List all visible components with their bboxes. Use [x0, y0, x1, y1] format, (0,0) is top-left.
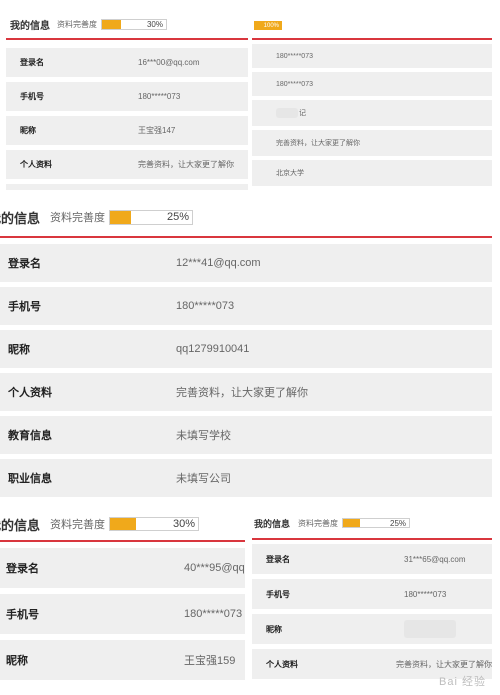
panel-bottom-right: 我的信息 资料完善度 25% 登录名 31***65@qq.com 手机号 18… — [252, 508, 492, 695]
row-label-career: 职业信息 — [8, 473, 52, 485]
row-label-profile: 个人资料 — [266, 659, 298, 669]
info-row-phone: 手机号 180*****073 — [0, 287, 492, 327]
panel-header: 100% — [252, 10, 492, 40]
row-label-nickname: 昵称 — [20, 126, 36, 135]
page-title: 我的信息 — [0, 517, 40, 533]
info-row-login: 登录名 12***41@qq.com — [0, 244, 492, 284]
watermark-logo: Bai 经验 — [439, 676, 486, 688]
page-title: 我的信息 — [10, 20, 50, 32]
page-title: 我的信息 — [0, 210, 40, 226]
panel-header: 我的信息 资料完善度 30% — [0, 508, 245, 542]
completeness-percent: 30% — [146, 19, 163, 29]
completeness-progress-fill — [102, 19, 122, 29]
row-label-profile: 个人资料 — [8, 387, 52, 399]
row-label-phone: 手机号 — [8, 301, 41, 313]
row-label-login: 登录名 — [266, 554, 290, 564]
row-value-phone: 180*****073 — [176, 300, 235, 312]
completeness-progress-bar: 25% — [342, 518, 411, 528]
blurred-nickname — [404, 620, 456, 638]
row-value-profile-link[interactable]: 完善资料，让大家更了解你 — [396, 659, 492, 670]
panel-header: 我的信息 资料完善度 25% — [0, 198, 492, 238]
row-label-nickname: 昵称 — [8, 344, 30, 356]
row-value-login: 12***41@qq.com — [176, 257, 261, 269]
row-value-education: 北京大学 — [276, 170, 304, 177]
completeness-progress-bar: 30% — [101, 18, 167, 30]
info-row-nickname: 记 — [252, 100, 492, 128]
completeness-progress-fill — [110, 518, 137, 530]
row-label-nickname: 昵称 — [266, 624, 282, 634]
row-label-nickname: 昵称 — [6, 655, 28, 667]
completeness-percent: 30% — [172, 518, 195, 530]
completeness-label: 资料完善度 — [298, 518, 339, 528]
row-label-education: 教育信息 — [8, 430, 52, 442]
completeness-percent: 25% — [390, 518, 407, 528]
blurred-nickname — [276, 108, 298, 118]
info-row-value: 180*****073 — [252, 72, 492, 98]
row-label-profile: 个人资料 — [20, 160, 52, 169]
row-value-login: 16***00@qq.com — [138, 58, 200, 67]
row-label-phone: 手机号 — [6, 609, 39, 621]
panel-top-right: 100% 180*****073 180*****073 记 完善资料，让大家更… — [252, 10, 492, 190]
info-row-login: 登录名 16***00@qq.com — [6, 48, 248, 79]
info-row-education: 北京大学 — [252, 160, 492, 188]
row-label-login: 登录名 — [8, 258, 41, 270]
completeness-label: 资料完善度 — [50, 212, 105, 224]
row-value-career: 未填写公司 — [176, 473, 231, 485]
completeness-progress-fill — [343, 519, 360, 527]
info-row-nickname: 昵称 qq1279910041 — [0, 330, 492, 370]
completeness-progress-bar: 25% — [109, 209, 193, 225]
info-row-nickname: 昵称 — [252, 614, 492, 646]
info-row-login: 登录名 40***95@qq — [0, 548, 245, 590]
info-row-profile[interactable]: 个人资料 完善资料，让大家更了解你 — [6, 150, 248, 181]
page-title: 我的信息 — [254, 518, 291, 529]
info-row-nickname: 昵称 王宝强159 — [0, 640, 245, 682]
row-value-nickname: 王宝强159 — [184, 655, 236, 667]
row-value-profile-link[interactable]: 完善资料，让大家更了解你 — [252, 138, 360, 148]
completeness-progress-fill — [110, 210, 131, 224]
row-value-phone: 180*****073 — [184, 608, 243, 620]
completeness-progress-bar: 100% — [254, 21, 282, 30]
info-row-login: 登录名 31***65@qq.com — [252, 544, 492, 576]
completeness-label: 资料完善度 — [57, 19, 97, 29]
row-label-login: 登录名 — [6, 563, 39, 575]
completeness-label: 资料完善度 — [50, 519, 105, 531]
info-row-value: 180*****073 — [252, 44, 492, 70]
row-label-phone: 手机号 — [20, 92, 44, 101]
info-row-phone: 手机号 180*****073 — [0, 594, 245, 636]
row-value: 180*****073 — [276, 52, 313, 60]
row-value-profile-link[interactable]: 完善资料，让大家更了解你 — [176, 384, 308, 400]
row-value-phone: 180*****073 — [138, 92, 181, 101]
row-value-login: 31***65@qq.com — [404, 554, 466, 564]
row-label-login: 登录名 — [20, 58, 44, 67]
panel-bottom-left: 我的信息 资料完善度 30% 登录名 40***95@qq 手机号 180***… — [0, 508, 245, 695]
info-row-nickname: 昵称 王宝强147 — [6, 116, 248, 147]
panel-header: 我的信息 资料完善度 30% — [6, 10, 248, 40]
row-value-nickname: 王宝强147 — [138, 126, 176, 135]
panel-middle: 我的信息 资料完善度 25% 登录名 12***41@qq.com 手机号 18… — [0, 198, 492, 500]
panel-top-left: 我的信息 资料完善度 30% 登录名 16***00@qq.com 手机号 18… — [6, 10, 248, 190]
row-value-phone: 180*****073 — [404, 589, 447, 599]
row-value-nickname: qq1279910041 — [176, 343, 250, 355]
row-value-education: 未填写学校 — [176, 430, 231, 442]
completeness-progress-bar: 30% — [109, 517, 199, 531]
info-row-profile[interactable]: 完善资料，让大家更了解你 — [252, 130, 492, 158]
completeness-percent: 100% — [263, 22, 279, 29]
info-row-profile[interactable]: 个人资料 完善资料，让大家更了解你 — [0, 373, 492, 413]
info-row-phone: 手机号 180*****073 — [252, 579, 492, 611]
info-row-career: 职业信息 未填写公司 — [0, 459, 492, 499]
row-label-phone: 手机号 — [266, 589, 290, 599]
panel-header: 我的信息 资料完善度 25% — [252, 508, 492, 540]
info-row-phone: 手机号 180*****073 — [6, 82, 248, 113]
info-row-partial — [6, 184, 248, 190]
row-value: 180*****073 — [276, 80, 313, 88]
row-value-nickname: 记 — [252, 108, 306, 118]
completeness-percent: 25% — [166, 211, 189, 223]
row-value-login: 40***95@qq — [184, 562, 245, 574]
info-row-education: 教育信息 未填写学校 — [0, 416, 492, 456]
row-value-profile-link[interactable]: 完善资料，让大家更了解你 — [138, 159, 234, 170]
